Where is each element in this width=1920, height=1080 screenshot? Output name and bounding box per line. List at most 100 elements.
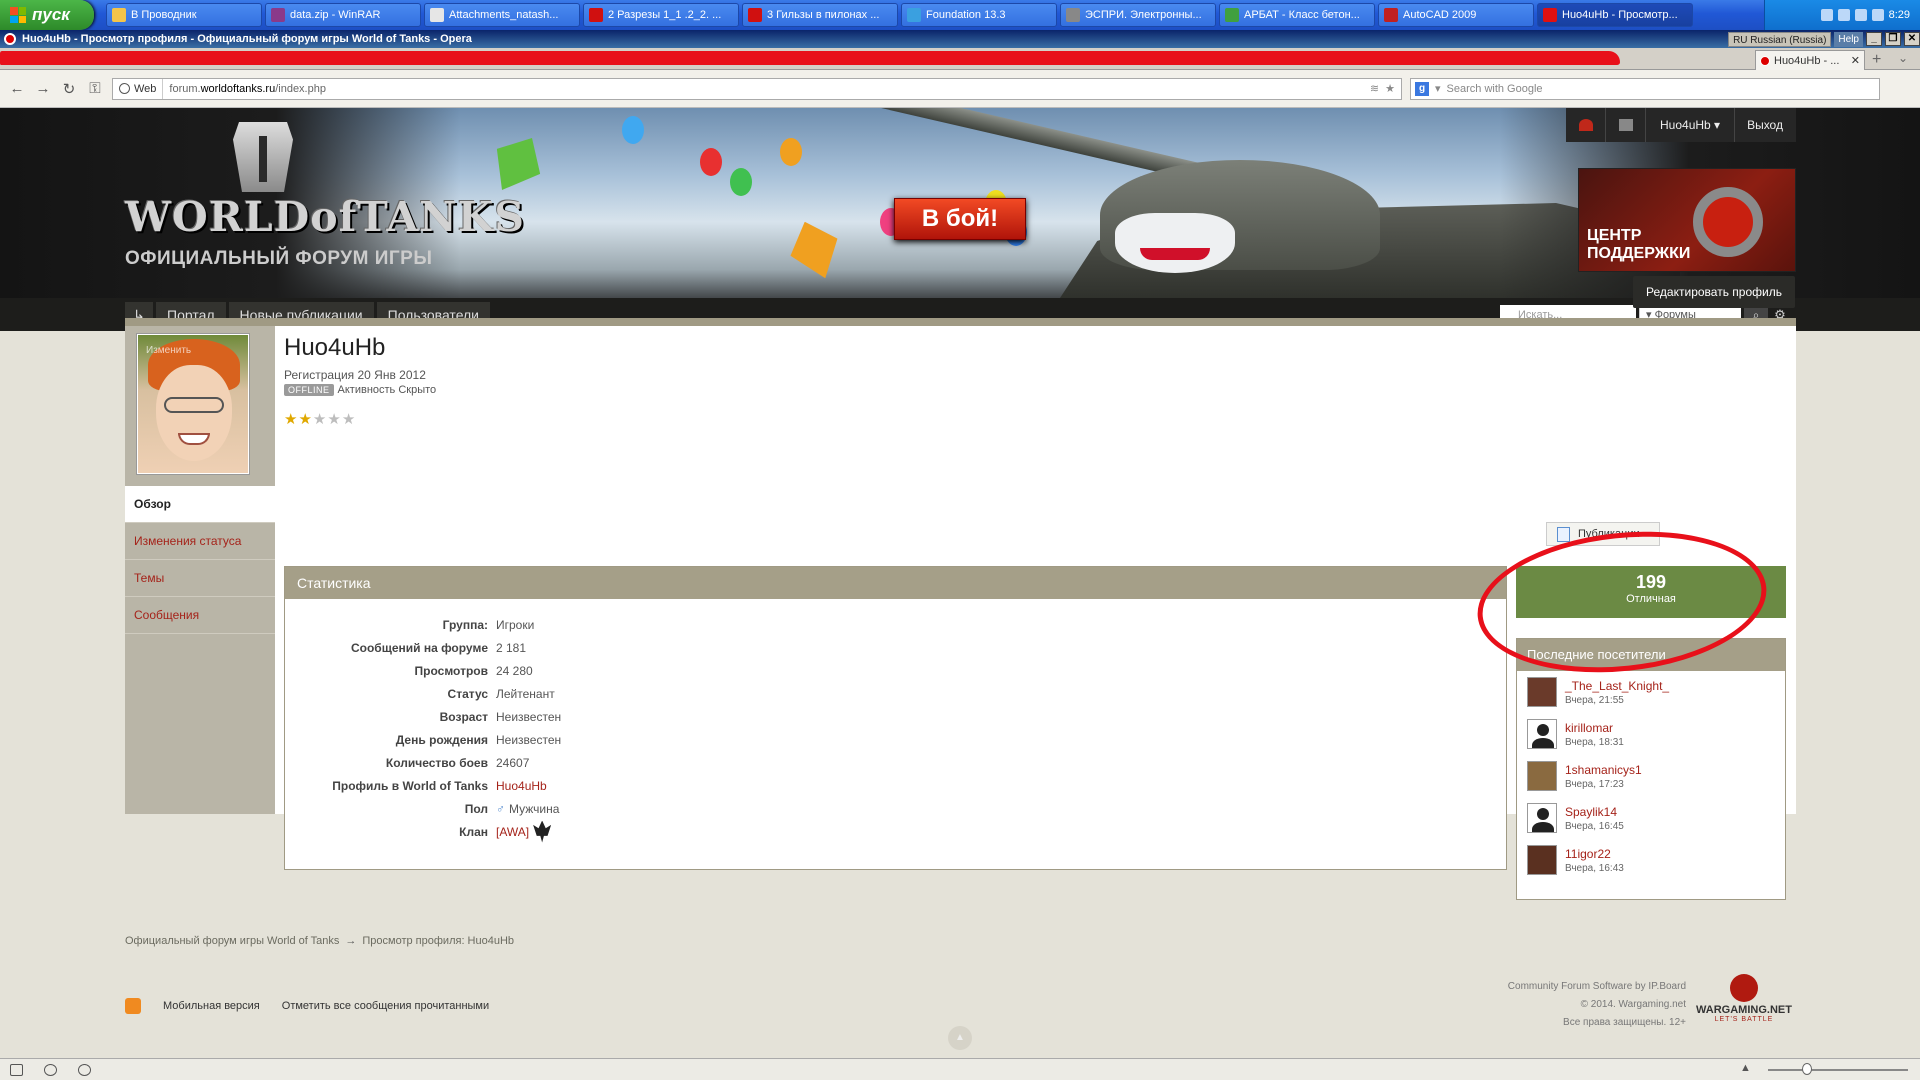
visitor-item[interactable]: Spaylik14 Вчера, 16:45	[1517, 797, 1785, 839]
search-engine-input[interactable]: g ▾ Search with Google	[1410, 77, 1880, 100]
visitor-avatar[interactable]	[1527, 845, 1557, 875]
scroll-to-top-icon[interactable]: ▲	[948, 1026, 972, 1050]
mobile-version-link[interactable]: Мобильная версия	[163, 1000, 260, 1012]
visitor-name[interactable]: kirillomar	[1565, 721, 1624, 735]
visitor-item[interactable]: kirillomar Вчера, 18:31	[1517, 713, 1785, 755]
menu-status-updates[interactable]: Изменения статуса	[125, 523, 275, 560]
software-credit[interactable]: Community Forum Software by IP.Board	[1450, 978, 1686, 996]
help-button[interactable]: Help	[1834, 31, 1863, 47]
mail-icon	[430, 8, 444, 22]
stat-value[interactable]: [AWA]	[496, 820, 552, 843]
tab-favicon-icon	[1760, 55, 1770, 66]
visitor-name[interactable]: Spaylik14	[1565, 805, 1624, 819]
breadcrumb-current[interactable]: Просмотр профиля: Huo4uHb	[362, 935, 514, 947]
stat-row: Сообщений на форуме 2 181	[285, 636, 561, 659]
visitor-avatar[interactable]	[1527, 803, 1557, 833]
forum-banner: WORLDofTANKS ОФИЦИАЛЬНЫЙ ФОРУМ ИГРЫ В бо…	[0, 108, 1920, 298]
menu-overview[interactable]: Обзор	[125, 486, 275, 523]
new-tab-icon[interactable]: +	[1872, 51, 1881, 69]
taskbar-item[interactable]: В Проводник	[106, 3, 262, 27]
visitor-time: Вчера, 17:23	[1565, 778, 1624, 790]
rss-feed-icon[interactable]: ≋	[1370, 82, 1379, 95]
world-of-tanks-logo[interactable]: WORLDofTANKS ОФИЦИАЛЬНЫЙ ФОРУМ ИГРЫ	[125, 122, 524, 270]
language-indicator[interactable]: RU Russian (Russia)	[1728, 31, 1832, 47]
stat-value[interactable]: Huo4uHb	[496, 779, 547, 793]
recent-visitors-panel: Последние посетители _The_Last_Knight_ Вч…	[1516, 638, 1786, 900]
mark-all-read-link[interactable]: Отметить все сообщения прочитанными	[282, 1000, 489, 1012]
avatar-change-label[interactable]: Изменить	[146, 345, 191, 356]
taskbar-item[interactable]: 3 Гильзы в пилонах ...	[742, 3, 898, 27]
edit-profile-button[interactable]: Редактировать профиль	[1633, 276, 1795, 308]
speed-dial-icon[interactable]	[78, 1064, 91, 1076]
zoom-slider[interactable]	[1768, 1069, 1908, 1071]
visitor-item[interactable]: 11igor22 Вчера, 16:43	[1517, 839, 1785, 881]
url-input[interactable]: Web forum.worldoftanks.ru/index.php ≋ ★	[112, 77, 1402, 100]
tray-icon[interactable]	[1820, 9, 1833, 21]
visitor-name[interactable]: 11igor22	[1565, 847, 1624, 861]
visitor-name[interactable]: 1shamanicys1	[1565, 763, 1642, 777]
panel-toggle-icon[interactable]	[10, 1064, 23, 1076]
visitor-avatar[interactable]	[1527, 719, 1557, 749]
support-center-banner[interactable]: ЦЕНТР ПОДДЕРЖКИ	[1578, 168, 1796, 272]
star-icon: ★	[327, 411, 341, 428]
maximize-icon[interactable]: ❐	[1885, 32, 1901, 46]
fight-button[interactable]: В бой!	[894, 198, 1026, 240]
chevron-down-icon[interactable]: ▾	[1435, 82, 1441, 95]
visitor-item[interactable]: 1shamanicys1 Вчера, 17:23	[1517, 755, 1785, 797]
bookmark-star-icon[interactable]: ★	[1385, 82, 1395, 95]
taskbar-item[interactable]: data.zip - WinRAR	[265, 3, 421, 27]
stat-value-text[interactable]: Huo4uHb	[496, 779, 547, 793]
taskbar-item[interactable]: Attachments_natash...	[424, 3, 580, 27]
taskbar-item[interactable]: ЭСПРИ. Электронны...	[1060, 3, 1216, 27]
visitor-avatar[interactable]	[1527, 761, 1557, 791]
web-badge[interactable]: Web	[113, 78, 164, 99]
avatar[interactable]: Изменить	[136, 333, 250, 475]
user-bar: Huo4uHb ▾ Выход	[1566, 108, 1796, 142]
key-icon[interactable]: ⚿	[86, 80, 104, 97]
volume-icon[interactable]	[1871, 9, 1884, 21]
taskbar-item-label: 3 Гильзы в пилонах ...	[767, 9, 880, 21]
minimize-icon[interactable]: _	[1866, 32, 1882, 46]
menu-topics[interactable]: Темы	[125, 560, 275, 597]
back-icon[interactable]: ←	[8, 80, 26, 97]
rss-icon[interactable]	[125, 998, 141, 1014]
stat-value: ♂ Мужчина	[496, 802, 559, 816]
taskbar-item[interactable]: 2 Разрезы 1_1 .2_2. ...	[583, 3, 739, 27]
taskbar-item[interactable]: АРБАТ - Класс бетон...	[1219, 3, 1375, 27]
clan-emblem-icon[interactable]	[533, 820, 552, 843]
scroll-up-icon[interactable]: ▲	[1740, 1062, 1751, 1074]
tab-menu-icon[interactable]: ⌄	[1898, 51, 1908, 65]
inbox-icon[interactable]	[1606, 108, 1646, 142]
opera-icon[interactable]	[4, 33, 16, 45]
wargaming-logo[interactable]: WARGAMING.NET LET'S BATTLE	[1694, 974, 1794, 1030]
visitor-avatar[interactable]	[1527, 677, 1557, 707]
reload-icon[interactable]: ↻	[60, 80, 78, 98]
user-menu[interactable]: Huo4uHb ▾	[1646, 108, 1736, 142]
zoom-slider-handle[interactable]	[1802, 1063, 1812, 1075]
google-icon[interactable]: g	[1415, 81, 1429, 96]
taskbar-item[interactable]: AutoCAD 2009	[1378, 3, 1534, 27]
forward-icon[interactable]: →	[34, 80, 52, 97]
star-icon: ★	[284, 411, 298, 428]
tab-current[interactable]: Huo4uHb - ... ✕	[1755, 50, 1865, 70]
menu-posts[interactable]: Сообщения	[125, 597, 275, 634]
stat-value: Неизвестен	[496, 710, 561, 724]
autocad-icon	[1384, 8, 1398, 22]
visitor-item[interactable]: _The_Last_Knight_ Вчера, 21:55	[1517, 671, 1785, 713]
cloud-icon[interactable]	[44, 1064, 57, 1076]
tab-close-icon[interactable]: ✕	[1851, 54, 1860, 67]
clock[interactable]: 8:29	[1889, 9, 1910, 21]
tray-icon[interactable]	[1854, 9, 1867, 21]
star-icon: ★	[312, 411, 327, 428]
logout-link[interactable]: Выход	[1735, 108, 1795, 142]
breadcrumb-root[interactable]: Официальный форум игры World of Tanks	[125, 935, 339, 947]
taskbar-item[interactable]: Foundation 13.3	[901, 3, 1057, 27]
wot-emblem-icon	[233, 122, 293, 192]
start-button[interactable]: пуск	[0, 0, 94, 30]
close-icon[interactable]: ✕	[1904, 32, 1920, 46]
notifications-icon[interactable]	[1566, 108, 1606, 142]
taskbar-item[interactable]: Huo4uHb - Просмотр...	[1537, 3, 1693, 27]
tray-icon[interactable]	[1837, 9, 1850, 21]
stat-value-text[interactable]: [AWA]	[496, 825, 529, 839]
visitor-name[interactable]: _The_Last_Knight_	[1565, 679, 1669, 693]
